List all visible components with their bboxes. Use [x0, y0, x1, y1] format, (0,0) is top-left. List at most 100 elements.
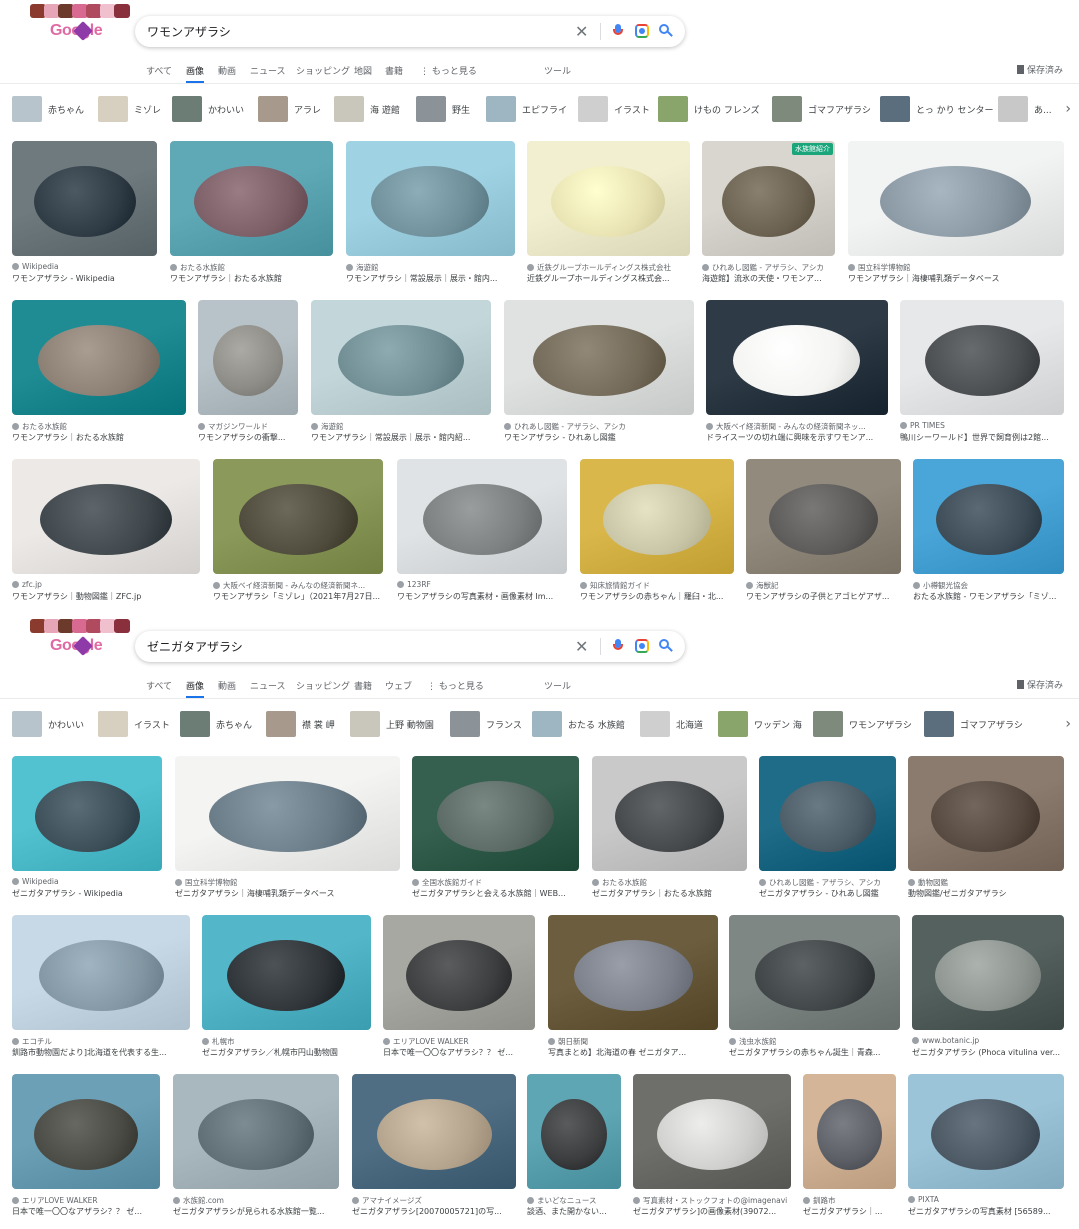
result-image[interactable] [12, 1074, 160, 1189]
result-title[interactable]: ゼニガタアザラシが見られる水族館一覧... [173, 1206, 339, 1217]
result-image[interactable] [173, 1074, 339, 1189]
result-source[interactable]: ひれあし図鑑 - アザラシ、アシカ [759, 877, 896, 888]
result-title[interactable]: 日本で唯一〇〇なアザラシ？？ ゼ... [383, 1047, 535, 1058]
chip-3[interactable]: アラレ [258, 96, 324, 122]
result-source[interactable]: 浅虫水族館 [729, 1036, 900, 1047]
result-title[interactable]: ワモンアザラシ｜おたる水族館 [170, 273, 333, 284]
result-title[interactable]: 写真まとめ】北海道の春 ゼニガタア... [548, 1047, 718, 1058]
result-image[interactable] [900, 300, 1064, 415]
result-image[interactable]: 水族館紹介 [702, 141, 835, 256]
chip-0[interactable]: かわいい [12, 711, 86, 737]
result-source[interactable]: 朝日新聞 [548, 1036, 718, 1047]
search-bar[interactable]: ゼニガタアザラシ ✕ [135, 631, 685, 662]
result-image[interactable] [592, 756, 747, 871]
image-result[interactable]: 国立科学博物館 ワモンアザラシ｜海棲哺乳類データベース [848, 141, 1064, 288]
result-title[interactable]: ゼニガタアザラシ｜... [803, 1206, 896, 1217]
tab-4[interactable]: ショッピング [296, 64, 350, 77]
image-result[interactable]: まいどなニュース 談酒、また開かない... [527, 1074, 621, 1221]
result-image[interactable] [12, 300, 186, 415]
image-result[interactable]: 海獣記 ワモンアザラシの子供とアゴヒゲアザ... [746, 459, 901, 606]
tab-8[interactable]: ツール [544, 64, 571, 77]
result-image[interactable] [848, 141, 1064, 256]
result-source[interactable]: 水族館.com [173, 1195, 339, 1206]
result-source[interactable]: PIXTA [908, 1195, 1064, 1204]
result-image[interactable] [548, 915, 718, 1030]
search-input[interactable]: ワモンアザラシ [147, 23, 231, 40]
result-source[interactable]: 海遊館 [311, 421, 491, 432]
result-title[interactable]: ゼニガタアザラシ[20070005721]の写... [352, 1206, 516, 1217]
tab-0[interactable]: すべて [146, 64, 172, 77]
result-title[interactable]: ワモンアザラシ｜動物図鑑｜ZFC.jp [12, 591, 200, 602]
image-result[interactable]: 海遊館 ワモンアザラシ｜常設展示｜展示・館内... [346, 141, 515, 288]
tab-7[interactable]: ⋮ もっと見る [420, 64, 477, 77]
result-image[interactable] [352, 1074, 516, 1189]
result-source[interactable]: 海遊館 [346, 262, 515, 273]
chip-2[interactable]: かわいい [172, 96, 247, 122]
result-source[interactable]: まいどなニュース [527, 1195, 621, 1206]
clear-icon[interactable]: ✕ [575, 637, 588, 656]
microphone-icon[interactable] [611, 639, 625, 653]
image-result[interactable]: www.botanic.jp ゼニガタアザラシ (Phoca vitulina v… [912, 915, 1064, 1062]
result-image[interactable] [908, 756, 1064, 871]
result-source[interactable]: エリアLOVE WALKER [12, 1195, 160, 1206]
chip-7[interactable]: イラスト [578, 96, 651, 122]
result-image[interactable] [803, 1074, 896, 1189]
result-image[interactable] [504, 300, 694, 415]
result-title[interactable]: 動物図鑑/ゼニガタアザラシ [908, 888, 1064, 899]
result-source[interactable]: 大阪ベイ経済新聞 - みんなの経済新聞ネッ... [706, 421, 888, 432]
result-image[interactable] [412, 756, 579, 871]
result-source[interactable]: zfc.jp [12, 580, 200, 589]
result-title[interactable]: 日本で唯一〇〇なアザラシ？？ ゼ... [12, 1206, 160, 1217]
chip-1[interactable]: ミゾレ [98, 96, 161, 122]
tab-5[interactable]: 書籍 [354, 679, 372, 692]
chip-9[interactable]: ゴマフアザラシ [772, 96, 872, 122]
image-result[interactable]: おたる水族館 ワモンアザラシ｜おたる水族館 [170, 141, 333, 288]
chip-10[interactable]: ゴマフアザラシ [924, 711, 1023, 737]
tab-6[interactable]: 書籍 [385, 64, 403, 77]
result-title[interactable]: ワモンアザラシの子供とアゴヒゲアザ... [746, 591, 901, 602]
result-image[interactable] [580, 459, 734, 574]
result-source[interactable]: 札幌市 [202, 1036, 371, 1047]
result-title[interactable]: ゼニガタアザラシ (Phoca vitulina ver... [912, 1047, 1064, 1058]
image-result[interactable]: エリアLOVE WALKER 日本で唯一〇〇なアザラシ？？ ゼ... [383, 915, 535, 1062]
result-image[interactable] [175, 756, 400, 871]
result-image[interactable] [12, 756, 162, 871]
result-title[interactable]: ドライスーツの切れ端に興味を示すワモンア... [706, 432, 888, 443]
result-source[interactable]: おたる水族館 [170, 262, 333, 273]
result-title[interactable]: ワモンアザラシ｜常設展示｜展示・館内... [346, 273, 515, 284]
result-title[interactable]: ゼニガタアザラシの写真素材 [56589... [908, 1206, 1064, 1217]
chip-8[interactable]: ワッデン 海 [718, 711, 808, 737]
google-lens-icon[interactable] [635, 24, 649, 38]
result-image[interactable] [12, 459, 200, 574]
result-title[interactable]: ワモンアザラシ｜常設展示｜展示・館内紹... [311, 432, 491, 443]
tab-3[interactable]: ニュース [250, 679, 286, 692]
result-source[interactable]: アマナイメージズ [352, 1195, 516, 1206]
result-title[interactable]: ゼニガタアザラシ｜おたる水族館 [592, 888, 747, 899]
chip-5[interactable]: 野生 [416, 96, 476, 122]
result-title[interactable]: 談酒、また開かない... [527, 1206, 621, 1217]
search-icon[interactable] [659, 24, 673, 38]
result-source[interactable]: マガジンワールド [198, 421, 298, 432]
image-result[interactable]: おたる水族館 ゼニガタアザラシ｜おたる水族館 [592, 756, 747, 903]
result-source[interactable]: エリアLOVE WALKER [383, 1036, 535, 1047]
search-icon[interactable] [659, 639, 673, 653]
saved-button[interactable]: 保存済み [1016, 63, 1063, 76]
result-title[interactable]: ゼニガタアザラシ｜海棲哺乳類データベース [175, 888, 400, 899]
result-source[interactable]: 写真素材・ストックフォトの@imagenavi [633, 1195, 791, 1206]
result-source[interactable]: PR TIMES [900, 421, 1064, 430]
result-image[interactable] [12, 915, 190, 1030]
image-result[interactable]: 海遊館 ワモンアザラシ｜常設展示｜展示・館内紹... [311, 300, 491, 447]
tab-1[interactable]: 画像 [186, 679, 205, 698]
chip-2[interactable]: 赤ちゃん [180, 711, 257, 737]
result-image[interactable] [759, 756, 896, 871]
result-title[interactable]: ゼニガタアザラシ - ひれあし図鑑 [759, 888, 896, 899]
result-title[interactable]: ワモンアザラシの写真素材・画像素材 Im... [397, 591, 567, 602]
result-title[interactable]: ゼニガタアザラシ - Wikipedia [12, 888, 162, 899]
image-result[interactable]: 水族館紹介 ひれあし図鑑 - アザラシ、アシカ 海遊館】流氷の天使・ワモンア... [702, 141, 835, 288]
chip-4[interactable]: 海 遊館 [334, 96, 408, 122]
result-title[interactable]: ゼニガタアザラシ／札幌市円山動物園 [202, 1047, 371, 1058]
image-result[interactable]: 札幌市 ゼニガタアザラシ／札幌市円山動物園 [202, 915, 371, 1062]
tab-6[interactable]: ウェブ [385, 679, 412, 692]
result-title[interactable]: ワモンアザラシ｜おたる水族館 [12, 432, 186, 443]
result-image[interactable] [202, 915, 371, 1030]
